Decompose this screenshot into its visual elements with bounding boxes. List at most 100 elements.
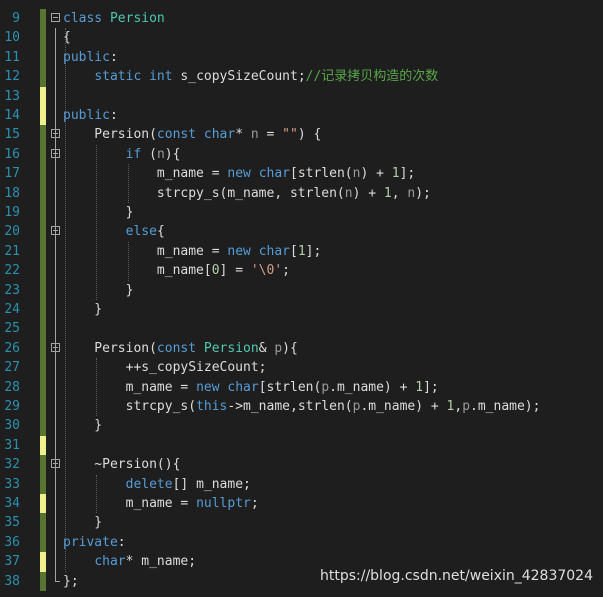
token-text: .m_name); bbox=[470, 399, 541, 414]
token-text: m_name = bbox=[63, 379, 197, 395]
change-indicator bbox=[40, 513, 46, 533]
line-number: 18 bbox=[4, 185, 20, 201]
code-text: else{ bbox=[63, 222, 165, 241]
collapse-minus-icon[interactable] bbox=[51, 129, 60, 139]
token-text: Persion( bbox=[63, 340, 157, 356]
code-line[interactable]: 23 } bbox=[0, 280, 603, 300]
code-text: } bbox=[63, 416, 102, 435]
token-text: ; bbox=[282, 263, 290, 279]
code-line[interactable]: 20 else{ bbox=[0, 222, 603, 242]
code-line[interactable]: 27 ++s_copySizeCount; bbox=[0, 358, 603, 378]
line-number: 13 bbox=[4, 88, 20, 104]
line-number: 33 bbox=[4, 476, 20, 492]
code-text: if (n){ bbox=[63, 145, 181, 164]
code-line[interactable]: 29 strcpy_s(this->m_name,strlen(p.m_name… bbox=[0, 397, 603, 417]
token-kw: nullptr bbox=[196, 496, 251, 511]
code-line[interactable]: 9 class Persion bbox=[0, 9, 603, 29]
token-kw: char bbox=[203, 127, 236, 143]
token-param: n bbox=[250, 127, 259, 143]
token-text: ] = bbox=[219, 263, 251, 279]
token-kw: else bbox=[125, 224, 157, 240]
token-text: { bbox=[63, 30, 71, 46]
code-text: Persion(const char* n = "") { bbox=[63, 125, 321, 144]
token-text: = bbox=[258, 127, 283, 143]
line-number: 26 bbox=[4, 340, 20, 356]
token-kw: const bbox=[156, 340, 197, 356]
token-param: p bbox=[462, 399, 471, 414]
collapse-minus-icon[interactable] bbox=[51, 148, 60, 158]
code-line[interactable]: 10 { bbox=[0, 28, 603, 48]
code-line[interactable]: 13 bbox=[0, 86, 603, 106]
change-indicator bbox=[40, 261, 46, 281]
token-kw: new bbox=[227, 166, 251, 182]
line-number: 24 bbox=[4, 302, 20, 317]
change-indicator bbox=[40, 125, 46, 145]
code-line[interactable]: 31 bbox=[0, 435, 603, 456]
collapse-minus-icon[interactable] bbox=[51, 342, 60, 352]
change-indicator bbox=[40, 494, 46, 514]
line-number: 17 bbox=[4, 166, 20, 182]
token-text: ; bbox=[250, 496, 259, 511]
code-line[interactable]: 28 m_name = new char[strlen(p.m_name) + … bbox=[0, 377, 603, 397]
token-text: * bbox=[235, 127, 251, 143]
token-text: ]; bbox=[305, 243, 322, 259]
token-text: * m_name; bbox=[125, 554, 197, 570]
code-text: } bbox=[63, 513, 102, 532]
change-indicator bbox=[40, 358, 46, 378]
code-editor[interactable]: 9 class Persion 10{11 public: 12 static int … bbox=[0, 0, 603, 597]
code-line[interactable]: 21 m_name = new char[1]; bbox=[0, 241, 603, 262]
token-kw: static bbox=[94, 69, 142, 85]
code-text: strcpy_s(this->m_name,strlen(p .m_name) +… bbox=[63, 397, 541, 416]
token-text: strcpy_s(m_name, strlen( bbox=[63, 185, 345, 201]
token-kw: char bbox=[94, 554, 126, 570]
line-number: 35 bbox=[4, 515, 20, 531]
collapse-minus-icon[interactable] bbox=[51, 459, 60, 469]
code-line[interactable]: 12 static int s_copySizeCount;//记录拷贝构造的次… bbox=[0, 67, 603, 87]
code-line[interactable]: 25 bbox=[0, 319, 603, 339]
token-param: p bbox=[274, 340, 283, 356]
token-text: ){ bbox=[164, 146, 181, 162]
code-line[interactable]: 30 } bbox=[0, 416, 603, 436]
collapse-minus-icon[interactable] bbox=[51, 13, 60, 22]
code-line[interactable]: 14 public: bbox=[0, 106, 603, 126]
collapse-minus-icon[interactable] bbox=[51, 226, 60, 236]
code-text: strcpy_s(m_name, strlen(n) + 1, n); bbox=[63, 184, 431, 203]
change-indicator bbox=[40, 222, 46, 242]
code-line[interactable]: 26 Persion(const Persion& p){ bbox=[0, 338, 603, 359]
token-str: "" bbox=[282, 127, 298, 143]
token-kw: new bbox=[227, 243, 251, 259]
line-number: 34 bbox=[4, 496, 20, 511]
token-text: m_name = bbox=[63, 243, 228, 259]
code-text: class Persion bbox=[63, 9, 165, 28]
line-number: 15 bbox=[4, 127, 20, 143]
code-line[interactable]: 16 if (n){ bbox=[0, 144, 603, 165]
code-line[interactable]: 36 private: bbox=[0, 532, 603, 553]
line-number: 9 bbox=[12, 11, 20, 26]
token-kw: class bbox=[63, 11, 103, 26]
token-kw: if bbox=[125, 146, 142, 162]
code-line[interactable]: 15 Persion(const char* n = "") { bbox=[0, 125, 603, 145]
code-line[interactable]: 24 } bbox=[0, 300, 603, 320]
code-line[interactable]: 34 m_name = nullptr; bbox=[0, 494, 603, 514]
line-number: 16 bbox=[4, 146, 20, 162]
change-indicator bbox=[40, 377, 46, 397]
line-number: 28 bbox=[4, 379, 20, 395]
code-line[interactable]: 19 } bbox=[0, 203, 603, 223]
code-line[interactable]: 33 delete[] m_name; bbox=[0, 474, 603, 494]
code-text: ++s_copySizeCount; bbox=[63, 358, 267, 377]
code-line[interactable]: 18 strcpy_s(m_name, strlen(n) + 1, n); bbox=[0, 183, 603, 203]
token-text: ){ bbox=[282, 340, 298, 356]
line-number: 12 bbox=[4, 69, 20, 85]
code-line[interactable]: 17 m_name = new char[strlen(n) + 1]; bbox=[0, 164, 603, 184]
token-text: ( bbox=[141, 146, 157, 162]
code-line[interactable]: 32 ~Persion(){ bbox=[0, 455, 603, 475]
line-number: 21 bbox=[4, 243, 20, 259]
code-line[interactable]: 11 public: bbox=[0, 47, 603, 68]
code-line[interactable]: 22 m_name[0] = '\0'; bbox=[0, 261, 603, 281]
code-line[interactable]: 35 } bbox=[0, 513, 603, 533]
